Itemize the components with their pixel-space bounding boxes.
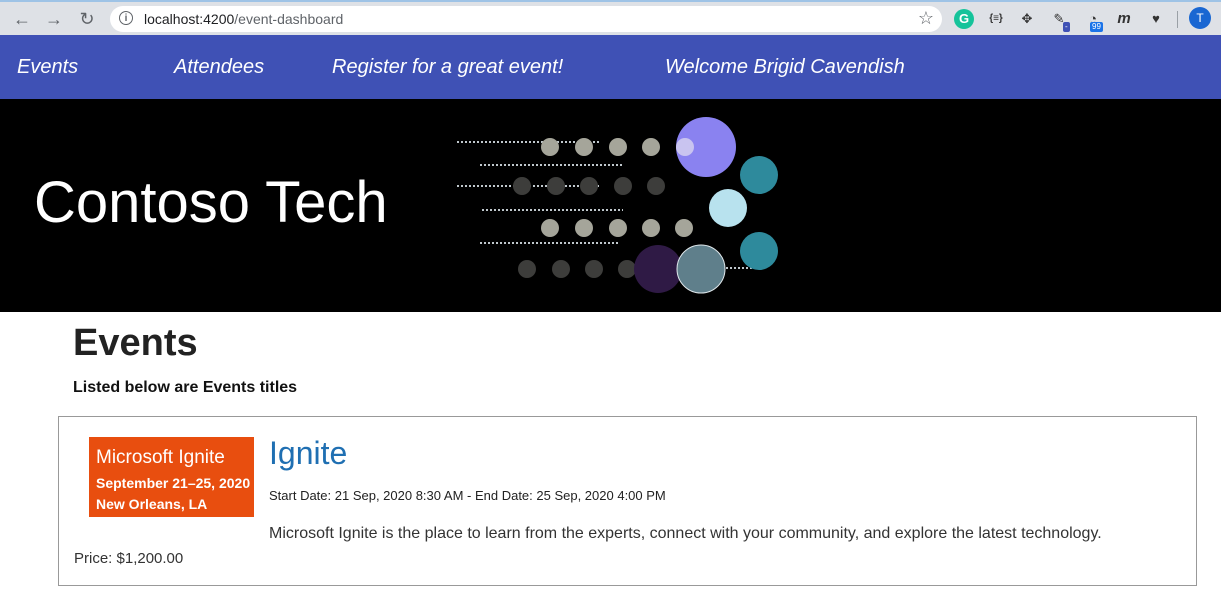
move-extension-icon[interactable]: ✥ (1017, 9, 1037, 29)
m-extension-icon[interactable]: m (1114, 9, 1134, 29)
nav-welcome-text: Welcome Brigid Cavendish (665, 56, 905, 78)
nav-attendees-link[interactable]: Attendees (174, 56, 264, 79)
nav-register-link[interactable]: Register for a great event! (332, 56, 563, 79)
event-title-link[interactable]: Ignite (269, 435, 347, 472)
browser-toolbar: ← → ↻ i localhost:4200/event-dashboard ☆… (0, 0, 1221, 35)
event-logo-line3: New Orleans, LA (96, 496, 208, 512)
event-description: Microsoft Ignite is the place to learn f… (269, 525, 1102, 542)
profile-avatar[interactable]: T (1189, 7, 1211, 29)
extension-badge-count: 99 (1090, 22, 1103, 32)
info-icon[interactable]: i (119, 11, 133, 25)
event-price: Price: $1,200.00 (74, 550, 184, 567)
page-subtitle: Listed below are Events titles (73, 379, 298, 396)
app-navbar: Events Attendees Register for a great ev… (0, 35, 1221, 99)
banner-decoration (457, 117, 778, 294)
url-text: localhost:4200/event-dashboard (144, 11, 343, 27)
back-arrow-icon[interactable]: ← (10, 7, 34, 31)
event-logo-line1: Microsoft Ignite (96, 447, 225, 468)
page-title: Events (73, 322, 198, 364)
event-card[interactable]: Microsoft Ignite September 21–25, 2020 N… (58, 416, 1197, 586)
extension-badge: - (1063, 22, 1070, 32)
reload-icon[interactable]: ↻ (75, 7, 99, 31)
address-bar[interactable]: i localhost:4200/event-dashboard ☆ (110, 6, 942, 32)
event-logo-line2: September 21–25, 2020 (96, 475, 251, 491)
toolbar-separator (1177, 11, 1178, 28)
forward-arrow-icon[interactable]: → (42, 7, 66, 31)
event-logo-image: Microsoft Ignite September 21–25, 2020 N… (89, 437, 254, 517)
heart-extension-icon[interactable]: ♥ (1146, 9, 1166, 29)
url-host: localhost:4200 (144, 11, 235, 27)
url-path: /event-dashboard (234, 11, 344, 27)
nav-events-link[interactable]: Events (17, 56, 78, 79)
json-extension-icon[interactable]: {≡} (986, 9, 1006, 29)
hero-banner: Contoso Tech (0, 99, 1221, 312)
bookmark-star-icon[interactable]: ☆ (918, 8, 934, 29)
event-dates: Start Date: 21 Sep, 2020 8:30 AM - End D… (269, 488, 666, 503)
grammarly-extension-icon[interactable]: G (954, 9, 974, 29)
